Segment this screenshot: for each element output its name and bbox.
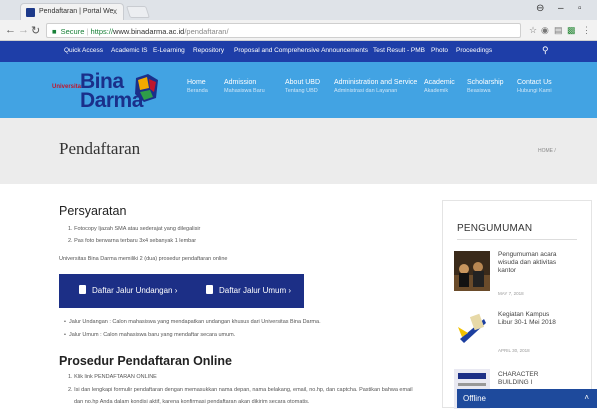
lock-icon: ■	[52, 27, 57, 36]
chat-status-label: Offline	[463, 394, 486, 403]
announcements-heading: PENGUMUMAN	[457, 223, 533, 234]
menu-subtitle: Beranda	[187, 88, 208, 94]
news-date: MAY 7, 2018	[498, 291, 524, 296]
menu-subtitle: Beasiswa	[467, 88, 491, 94]
url-field[interactable]: ■ Secure | https://www.binadarma.ac.id/p…	[46, 23, 521, 38]
topnav-item[interactable]: Photo	[431, 47, 448, 54]
menu-subtitle: Akademik	[424, 88, 449, 94]
menu-about[interactable]: About UBD Tentang UBD	[285, 79, 320, 94]
divider	[457, 239, 577, 240]
site-logo[interactable]: Universitas Bina Darma	[52, 68, 172, 112]
topnav-item[interactable]: Test Result - PMB	[373, 47, 425, 54]
topnav-item[interactable]: E-Learning	[153, 47, 185, 54]
news-thumbnail[interactable]	[454, 251, 490, 291]
account-icon[interactable]: ⊖	[536, 3, 544, 14]
document-icon	[79, 285, 86, 294]
topnav-item[interactable]: Quick Access	[64, 47, 103, 54]
browser-tab[interactable]: Pendaftaran | Portal We x	[20, 3, 124, 20]
browser-tab-strip: Pendaftaran | Portal We x ⊖ – ▫	[0, 0, 597, 20]
tab-title: Pendaftaran | Portal We	[39, 8, 114, 15]
secure-label: Secure	[60, 27, 85, 36]
extension-icon[interactable]: ▤	[554, 25, 563, 36]
extension-icon[interactable]: ◉	[541, 25, 549, 36]
list-item: • Jalur Undangan : Calon mahasiswa yang …	[64, 319, 321, 325]
announcements-sidebar: PENGUMUMAN Pengumuman acara wisuda dan a…	[442, 200, 592, 409]
menu-contact[interactable]: Contact Us Hubungi Kami	[517, 79, 552, 94]
menu-subtitle: Mahasiswa Baru	[224, 88, 265, 94]
logo-mark-icon	[135, 74, 158, 102]
button-label: Daftar Jalur Umum ›	[219, 286, 292, 295]
chat-widget-offline[interactable]: Offline ˄	[457, 389, 597, 408]
topnav-item[interactable]: Proposal and Comprehensive Announcements	[234, 47, 368, 54]
menu-title: Scholarship	[467, 79, 504, 86]
news-title[interactable]: Pengumuman acara wisuda dan aktivitas ka…	[498, 251, 558, 275]
page-title-band: Pendaftaran HOME /	[0, 118, 597, 184]
intro-text: Universitas Bina Darma memiliki 2 (dua) …	[59, 256, 228, 262]
extension-icon[interactable]: ▩	[567, 25, 576, 36]
site-top-nav: Quick Access Academic IS E-Learning Repo…	[0, 41, 597, 62]
menu-academic[interactable]: Academic Akademik	[424, 79, 455, 94]
topnav-item[interactable]: Proceedings	[456, 47, 492, 54]
menu-subtitle: Tentang UBD	[285, 88, 318, 94]
requirement-item: 2. Pas foto berwarna terbaru 3x4 sebanya…	[68, 238, 197, 244]
page-title: Pendaftaran	[59, 139, 141, 158]
menu-icon[interactable]: ⋮	[582, 25, 591, 36]
url-protocol: https://	[90, 27, 114, 36]
document-icon	[206, 285, 213, 294]
news-title[interactable]: Kegiatan Kampus Libur 30-1 Mei 2018	[498, 311, 558, 327]
menu-administration[interactable]: Administration and Service Administrasi …	[334, 79, 417, 94]
news-date: APRIL 30, 2018	[498, 348, 530, 353]
bullet-text: Jalur Undangan : Calon mahasiswa yang me…	[68, 319, 321, 325]
requirements-heading: Persyaratan	[59, 204, 127, 218]
maximize-button[interactable]: ▫	[578, 3, 582, 14]
site-header: Universitas Bina Darma Home Beranda Admi…	[0, 62, 597, 118]
forward-icon[interactable]: →	[18, 24, 29, 36]
back-icon[interactable]: ←	[5, 24, 16, 36]
url-path: /pendaftaran/	[184, 27, 229, 36]
topnav-item[interactable]: Repository	[193, 47, 224, 54]
list-item: • Jalur Umum : Calon mahasiswa baru yang…	[64, 332, 236, 338]
register-general-button[interactable]: Daftar Jalur Umum ›	[186, 274, 304, 308]
menu-subtitle: Hubungi Kami	[517, 88, 552, 94]
bullet-text: Jalur Umum : Calon mahasiswa baru yang m…	[68, 332, 236, 338]
favicon-icon	[26, 8, 35, 17]
menu-subtitle: Administrasi dan Layanan	[334, 88, 398, 94]
menu-title: Home	[187, 79, 206, 86]
breadcrumb[interactable]: HOME /	[538, 148, 556, 154]
menu-admission[interactable]: Admission Mahasiswa Baru	[224, 79, 265, 94]
register-invitation-button[interactable]: Daftar Jalur Undangan ›	[59, 274, 197, 308]
procedure-heading: Prosedur Pendaftaran Online	[59, 354, 232, 368]
topnav-item[interactable]: Academic IS	[111, 47, 148, 54]
menu-title: About UBD	[285, 79, 321, 86]
menu-title: Contact Us	[517, 79, 552, 86]
procedure-step: 2. Isi dan lengkapi formulir pendaftaran…	[68, 387, 413, 393]
menu-scholarship[interactable]: Scholarship Beasiswa	[467, 79, 504, 94]
news-thumbnail[interactable]	[454, 309, 490, 349]
url-host: www.binadarma.ac.id	[113, 27, 185, 36]
procedure-step: 1. Klik link PENDAFTARAN ONLINE	[68, 374, 157, 380]
menu-title: Academic	[424, 79, 455, 86]
search-icon[interactable]: ⚲	[542, 45, 549, 56]
procedure-step: dan no.hp Anda dalam kondisi aktif, kare…	[74, 399, 310, 405]
reload-icon[interactable]: ↻	[31, 24, 40, 37]
close-tab-icon[interactable]: x	[113, 7, 117, 16]
menu-title: Administration and Service	[334, 79, 418, 86]
new-tab-button[interactable]	[126, 6, 150, 18]
address-bar-row: ← → ↻ ■ Secure | https://www.binadarma.a…	[0, 20, 597, 41]
requirement-item: 1. Fotocopy Ijazah SMA atau sederajat ya…	[68, 226, 201, 232]
bookmark-star-icon[interactable]: ☆	[529, 25, 537, 36]
menu-title: Admission	[224, 79, 257, 86]
menu-home[interactable]: Home Beranda	[187, 79, 208, 94]
chevron-up-icon[interactable]: ˄	[584, 393, 589, 402]
minimize-button[interactable]: –	[558, 3, 564, 14]
news-title[interactable]: CHARACTER BUILDING I	[498, 371, 558, 387]
button-label: Daftar Jalur Undangan ›	[92, 286, 178, 295]
